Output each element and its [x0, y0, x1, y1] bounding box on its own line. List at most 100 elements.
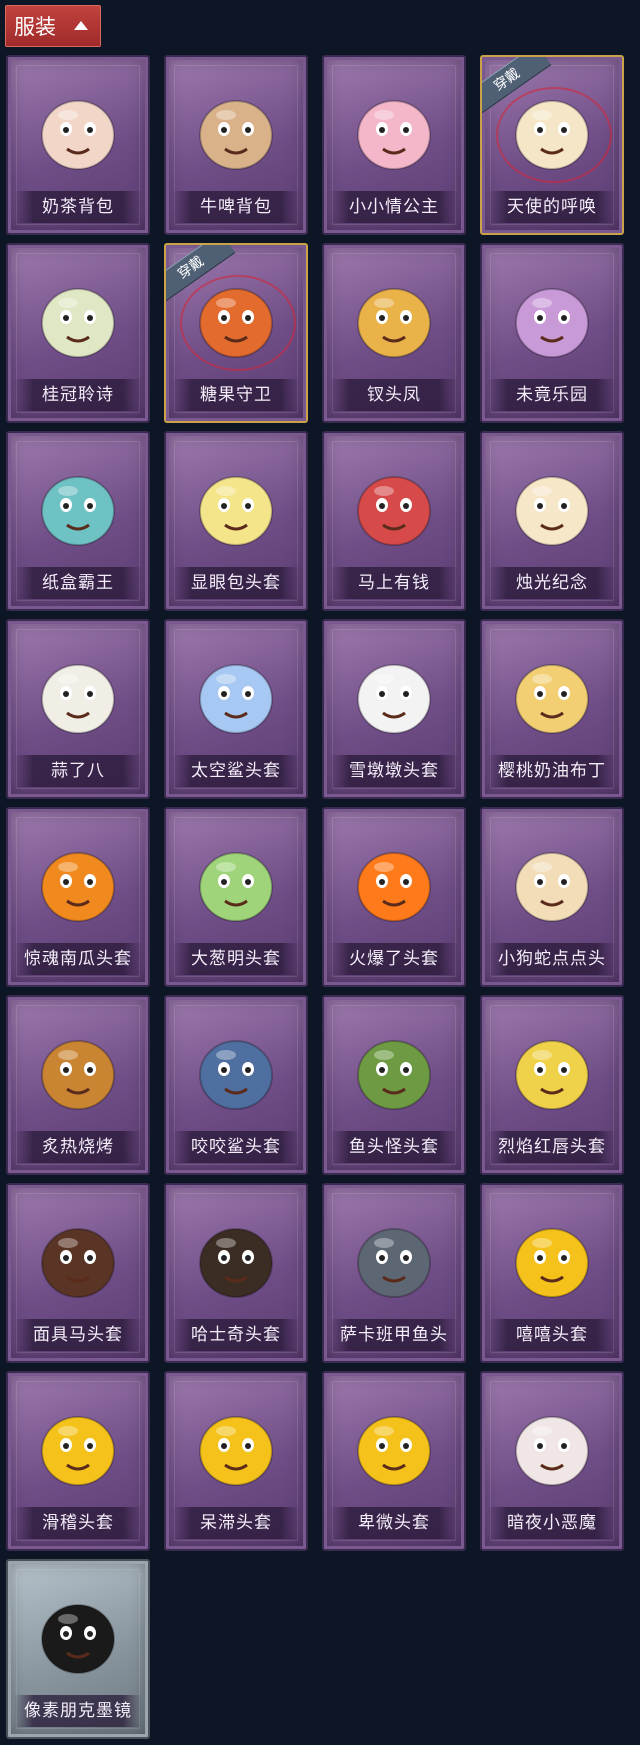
cow-beer-backpack-icon: [191, 79, 281, 179]
outfit-item-card[interactable]: 像素朋克墨镜: [6, 1559, 150, 1739]
outfit-item-card[interactable]: 糖果守卫 穿戴: [164, 243, 308, 423]
outfit-item-card[interactable]: 滑稽头套: [6, 1371, 150, 1551]
outfit-item-card[interactable]: 烈焰红唇头套: [480, 995, 624, 1175]
item-name: 钗头凤: [367, 385, 421, 405]
item-name: 未竟乐园: [516, 385, 588, 405]
item-name: 面具马头套: [33, 1325, 123, 1345]
candle-head-icon: [507, 455, 597, 555]
outfit-item-card[interactable]: 咬咬鲨头套: [164, 995, 308, 1175]
outfit-item-card[interactable]: 纸盒霸王: [6, 431, 150, 611]
item-name: 烈焰红唇头套: [498, 1137, 606, 1157]
item-name: 萨卡班甲鱼头: [340, 1325, 448, 1345]
item-name: 炙热烧烤: [42, 1137, 114, 1157]
item-name: 马上有钱: [358, 573, 430, 593]
item-name: 纸盒霸王: [42, 573, 114, 593]
phoenix-hairpin-icon: [349, 267, 439, 367]
item-name: 像素朋克墨镜: [24, 1701, 132, 1721]
item-name: 咬咬鲨头套: [191, 1137, 281, 1157]
milk-tea-backpack-icon: [33, 79, 123, 179]
outfit-item-card[interactable]: 樱桃奶油布丁: [480, 619, 624, 799]
outfit-item-card[interactable]: 萨卡班甲鱼头: [322, 1183, 466, 1363]
husky-head-icon: [191, 1207, 281, 1307]
outfit-item-card[interactable]: 大葱明头套: [164, 807, 308, 987]
humble-emoji-head-icon: [349, 1395, 439, 1495]
item-name: 蒜了八: [51, 761, 105, 781]
bbq-head-icon: [33, 1019, 123, 1119]
cardboard-dino-icon: [33, 455, 123, 555]
outfit-item-card[interactable]: 鱼头怪头套: [322, 995, 466, 1175]
red-lips-head-icon: [507, 1019, 597, 1119]
outfit-item-card[interactable]: 哈士奇头套: [164, 1183, 308, 1363]
cherry-pudding-head-icon: [507, 643, 597, 743]
item-name: 嘻嘻头套: [516, 1325, 588, 1345]
outfit-item-card[interactable]: 小狗蛇点点头: [480, 807, 624, 987]
outfit-item-card[interactable]: 雪墩墩头套: [322, 619, 466, 799]
outfit-item-card[interactable]: 烛光纪念: [480, 431, 624, 611]
outfit-item-card[interactable]: 卑微头套: [322, 1371, 466, 1551]
biting-shark-head-icon: [191, 1019, 281, 1119]
item-name: 桂冠聆诗: [42, 385, 114, 405]
horse-mask-icon: [33, 1207, 123, 1307]
night-devil-icon: [507, 1395, 597, 1495]
item-name: 呆滞头套: [200, 1513, 272, 1533]
outfit-item-card[interactable]: 桂冠聆诗: [6, 243, 150, 423]
outfit-item-card[interactable]: 面具马头套: [6, 1183, 150, 1363]
outfit-item-card[interactable]: 呆滞头套: [164, 1371, 308, 1551]
item-name: 小狗蛇点点头: [498, 949, 606, 969]
lucky-horse-head-icon: [349, 455, 439, 555]
item-name: 小小情公主: [349, 197, 439, 217]
item-name: 天使的呼唤: [507, 197, 597, 217]
outfit-item-card[interactable]: 天使的呼唤 穿戴: [480, 55, 624, 235]
outfit-item-card[interactable]: 牛啤背包: [164, 55, 308, 235]
item-name: 惊魂南瓜头套: [24, 949, 132, 969]
outfit-item-card[interactable]: 嘻嘻头套: [480, 1183, 624, 1363]
outfit-item-card[interactable]: 马上有钱: [322, 431, 466, 611]
outfit-item-card[interactable]: 奶茶背包: [6, 55, 150, 235]
item-name: 糖果守卫: [200, 385, 272, 405]
category-title: 服装: [14, 15, 56, 39]
item-name: 大葱明头套: [191, 949, 281, 969]
outfit-item-card[interactable]: 火爆了头套: [322, 807, 466, 987]
item-name: 哈士奇头套: [191, 1325, 281, 1345]
item-name: 鱼头怪头套: [349, 1137, 439, 1157]
sacabambaspis-head-icon: [349, 1207, 439, 1307]
outfit-item-card[interactable]: 太空鲨头套: [164, 619, 308, 799]
pixel-sunglasses-icon: [33, 1583, 123, 1683]
item-name: 暗夜小恶魔: [507, 1513, 597, 1533]
outfit-item-card[interactable]: 炙热烧烤: [6, 995, 150, 1175]
outfit-item-card[interactable]: 钗头凤: [322, 243, 466, 423]
laurel-poem-icon: [33, 267, 123, 367]
snowman-head-icon: [349, 643, 439, 743]
item-name: 显眼包头套: [191, 573, 281, 593]
item-name: 牛啤背包: [200, 197, 272, 217]
scallion-head-icon: [191, 831, 281, 931]
outfit-item-card[interactable]: 小小情公主: [322, 55, 466, 235]
outfit-item-card[interactable]: 暗夜小恶魔: [480, 1371, 624, 1551]
outfit-item-card[interactable]: 蒜了八: [6, 619, 150, 799]
item-name: 火爆了头套: [349, 949, 439, 969]
dog-snake-head-icon: [507, 831, 597, 931]
fire-head-icon: [349, 831, 439, 931]
item-name: 雪墩墩头套: [349, 761, 439, 781]
light-bulb-head-icon: [191, 455, 281, 555]
item-name: 樱桃奶油布丁: [498, 761, 606, 781]
item-name: 烛光纪念: [516, 573, 588, 593]
outfit-item-card[interactable]: 未竟乐园: [480, 243, 624, 423]
funny-emoji-head-icon: [33, 1395, 123, 1495]
item-name: 太空鲨头套: [191, 761, 281, 781]
outfit-item-card[interactable]: 惊魂南瓜头套: [6, 807, 150, 987]
garlic-head-icon: [33, 643, 123, 743]
unfinished-paradise-icon: [507, 267, 597, 367]
fish-head-icon: [349, 1019, 439, 1119]
outfit-category-toggle[interactable]: 服装: [5, 5, 101, 47]
item-name: 奶茶背包: [42, 197, 114, 217]
candy-guard-icon: [191, 267, 281, 367]
space-shark-head-icon: [191, 643, 281, 743]
dazed-emoji-head-icon: [191, 1395, 281, 1495]
outfit-item-card[interactable]: 显眼包头套: [164, 431, 308, 611]
little-princess-icon: [349, 79, 439, 179]
angel-call-icon: [507, 79, 597, 179]
pumpkin-head-icon: [33, 831, 123, 931]
grin-emoji-head-icon: [507, 1207, 597, 1307]
item-name: 滑稽头套: [42, 1513, 114, 1533]
